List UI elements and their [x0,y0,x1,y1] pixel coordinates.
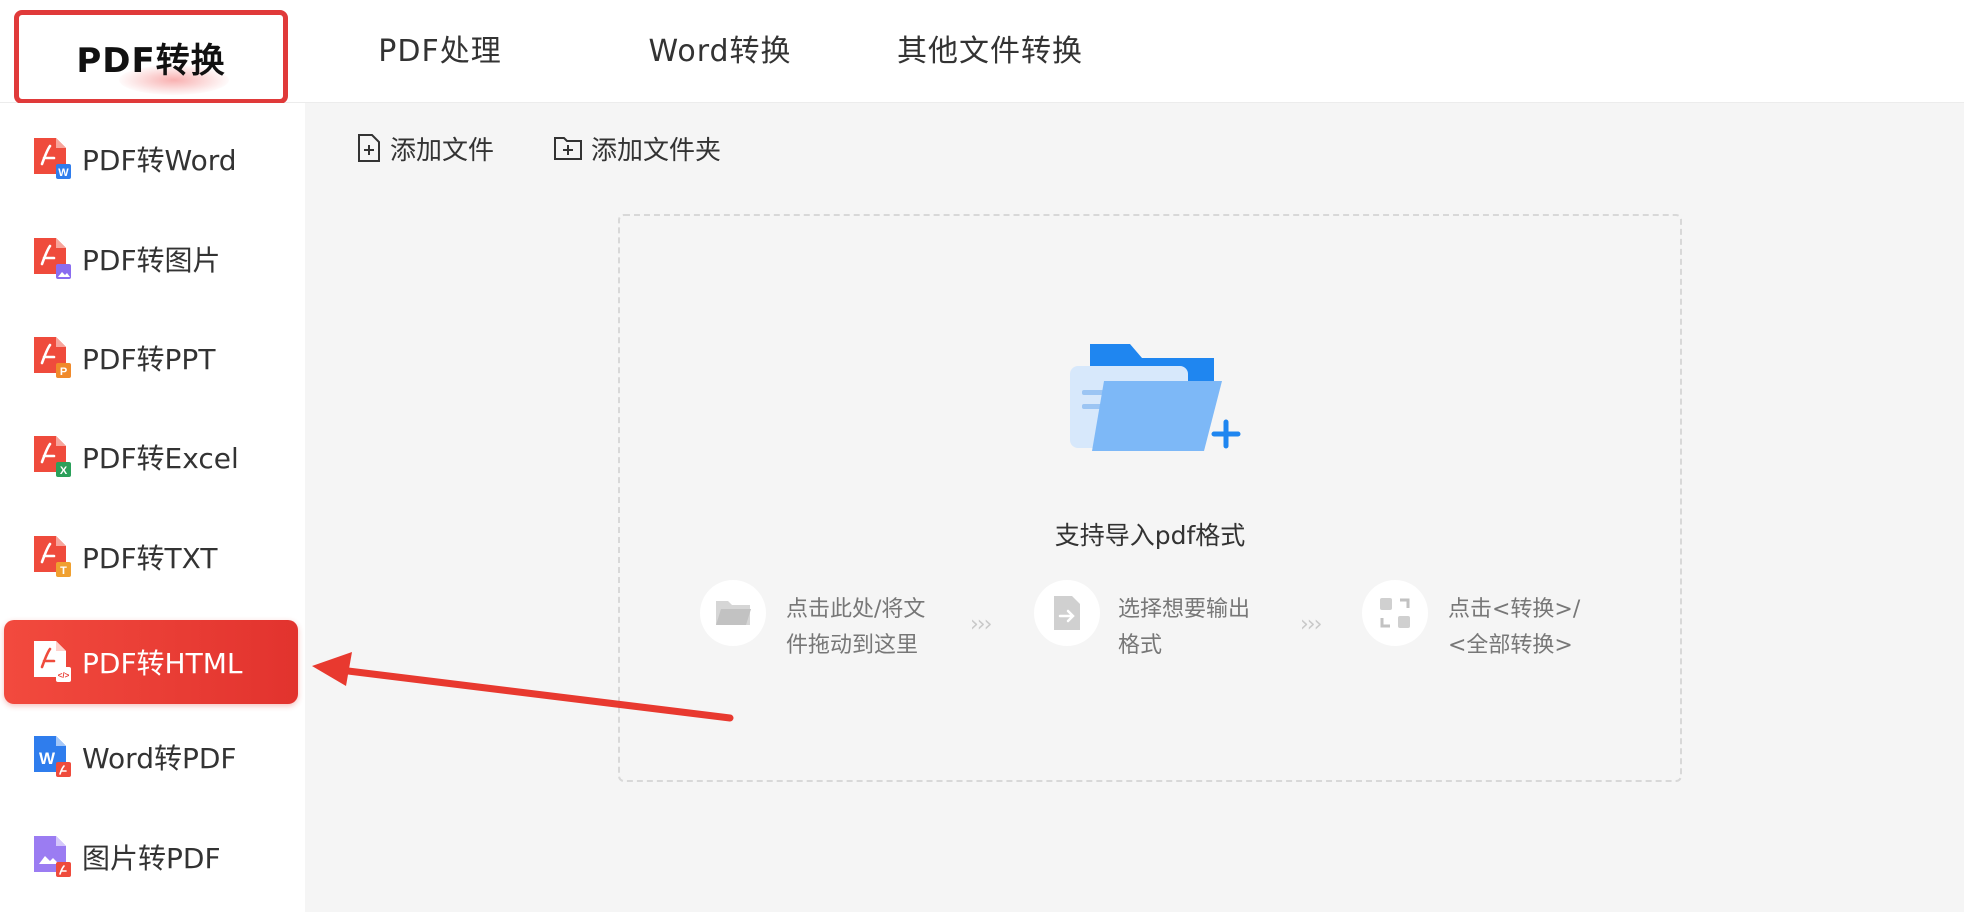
tab-pdf-process[interactable]: PDF处理 [360,20,520,84]
sidebar: W PDF转Word PDF转图片 P PDF转PPT X PDF转Excel … [0,103,305,912]
pdf-to-ppt-icon: P [34,337,71,378]
step-2-line-2: 格式 [1118,633,1163,658]
step-1-text: 点击此处/将文 件拖动到这里 [786,592,925,664]
step-open-folder-icon [700,580,766,646]
tab-other-convert[interactable]: 其他文件转换 [880,20,1100,84]
add-file-button[interactable]: 添加文件 [356,128,494,168]
step-3-line-2: <全部转换> [1448,633,1573,658]
file-drop-zone[interactable]: 支持导入pdf格式 点击此处/将文 件拖动到这里 ››› 选择想要输出 格式 ›… [618,214,1682,782]
sidebar-item-pdf-to-excel[interactable]: X PDF转Excel [0,415,300,499]
step-arrow-2: ››› [1300,612,1322,637]
svg-text:T: T [60,565,67,577]
sidebar-item-pdf-to-txt[interactable]: T PDF转TXT [0,515,300,599]
tab-word-convert[interactable]: Word转换 [625,20,815,84]
add-folder-icon [554,137,582,160]
add-file-icon [358,134,380,162]
pdf-to-txt-icon: T [34,536,71,577]
folder-add-icon [1070,344,1241,451]
step-2-line-1: 选择想要输出 [1118,597,1251,622]
step-2-text: 选择想要输出 格式 [1118,592,1250,664]
tab-pdf-convert[interactable]: PDF转换 [14,10,288,104]
drop-zone-hint: 支持导入pdf格式 [1054,521,1246,550]
sidebar-item-label: PDF转图片 [82,244,221,277]
sidebar-item-label: PDF转TXT [82,542,218,575]
annotation-arrow-icon [312,652,734,722]
sidebar-item-label: PDF转Word [82,144,237,177]
step-3-line-1: 点击<转换>/ [1448,597,1581,622]
svg-text:P: P [60,366,67,378]
sidebar-item-pdf-to-html[interactable]: </> PDF转HTML [4,620,298,704]
sidebar-item-image-to-pdf[interactable]: 图片转PDF [0,815,300,899]
sidebar-item-label: Word转PDF [82,742,237,775]
pdf-to-excel-icon: X [34,436,71,477]
image-to-pdf-icon [34,836,71,877]
sidebar-item-label: PDF转Excel [82,442,239,475]
sidebar-item-pdf-to-ppt[interactable]: P PDF转PPT [0,316,300,400]
step-3-text: 点击<转换>/ <全部转换> [1448,592,1580,664]
step-choose-format-icon [1034,580,1100,646]
sidebar-item-pdf-to-image[interactable]: PDF转图片 [0,217,300,301]
sidebar-item-label: PDF转PPT [82,343,216,376]
top-tab-bar: PDF转换 PDF处理 Word转换 其他文件转换 [0,0,1964,104]
svg-text:X: X [60,465,68,477]
add-file-label: 添加文件 [390,135,495,166]
tab-label: PDF转换 [76,41,226,81]
step-arrow-1: ››› [970,612,992,637]
pdf-to-word-icon: W [34,138,71,179]
sidebar-item-pdf-to-word[interactable]: W PDF转Word [0,117,300,201]
svg-text:W: W [39,749,56,768]
pdf-to-image-icon [34,238,71,279]
sidebar-item-label: PDF转HTML [82,647,243,680]
svg-text:</>: </> [58,671,70,680]
sidebar-item-word-to-pdf[interactable]: W Word转PDF [0,715,300,799]
add-folder-label: 添加文件夹 [591,135,722,166]
step-1-line-1: 点击此处/将文 [786,597,926,622]
sidebar-item-label: 图片转PDF [82,842,221,875]
word-to-pdf-icon: W [34,736,71,777]
add-folder-button[interactable]: 添加文件夹 [553,128,721,168]
step-convert-icon [1362,580,1428,646]
pdf-to-html-icon: </> [34,641,71,682]
step-1-line-2: 件拖动到这里 [786,633,919,658]
svg-text:W: W [58,167,69,179]
